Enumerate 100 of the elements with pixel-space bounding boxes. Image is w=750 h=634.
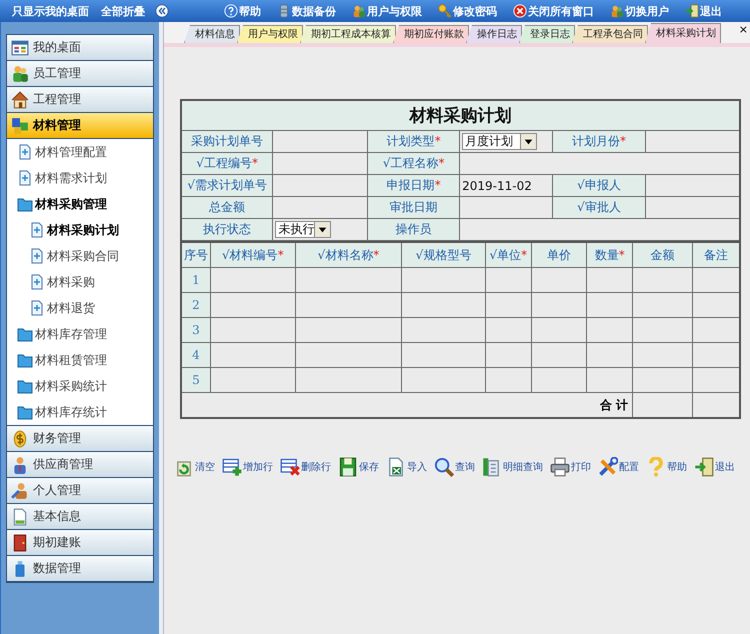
- toolbar-button[interactable]: 清空: [174, 457, 215, 477]
- tree-item[interactable]: 材料租赁管理: [7, 347, 153, 373]
- table-cell[interactable]: [586, 318, 633, 342]
- tab[interactable]: 材料采购计划: [645, 23, 721, 43]
- table-cell[interactable]: [402, 368, 486, 392]
- tab[interactable]: 材料信息: [184, 25, 240, 43]
- field-cell[interactable]: [272, 152, 368, 174]
- table-cell[interactable]: [531, 318, 587, 342]
- tree-item[interactable]: 材料采购合同: [7, 243, 153, 269]
- dropdown[interactable]: 月度计划: [462, 133, 538, 150]
- toolbar-button[interactable]: 修改密码: [438, 4, 497, 18]
- table-cell[interactable]: [531, 268, 587, 292]
- toolbar-button[interactable]: 查询: [434, 457, 475, 477]
- toolbar-link[interactable]: 只显示我的桌面: [12, 4, 89, 18]
- sidebar-section[interactable]: 我的桌面: [7, 35, 153, 61]
- close-button[interactable]: ×: [738, 22, 750, 38]
- table-cell[interactable]: [210, 368, 296, 392]
- toolbar-link[interactable]: 全部折叠: [101, 4, 145, 18]
- table-cell[interactable]: [295, 368, 402, 392]
- table-cell[interactable]: [295, 342, 402, 368]
- field-cell[interactable]: [460, 218, 740, 240]
- field-cell[interactable]: [645, 130, 740, 152]
- tab[interactable]: 期初工程成本核算: [300, 25, 396, 43]
- table-cell[interactable]: [402, 292, 486, 318]
- table-cell[interactable]: [485, 268, 532, 292]
- double-left-arrow-icon[interactable]: [155, 4, 169, 18]
- toolbar-button[interactable]: 切换用户: [610, 4, 669, 18]
- sidebar-section[interactable]: 工程管理: [7, 87, 153, 113]
- field-cell[interactable]: [272, 130, 368, 152]
- tree-item[interactable]: 材料库存统计: [7, 399, 153, 425]
- toolbar-button[interactable]: 帮助: [224, 4, 261, 18]
- toolbar-button[interactable]: 帮助: [646, 457, 687, 477]
- tab[interactable]: 工程承包合同: [572, 25, 648, 43]
- toolbar-button[interactable]: 用户与权限: [352, 4, 422, 18]
- field-cell[interactable]: [460, 152, 740, 174]
- toolbar-button[interactable]: 退出: [685, 4, 722, 18]
- table-cell[interactable]: [485, 368, 532, 392]
- table-cell[interactable]: [295, 292, 402, 318]
- tab[interactable]: 操作日志: [466, 25, 522, 43]
- sidebar-section[interactable]: 数据管理: [7, 556, 153, 582]
- table-cell[interactable]: [402, 342, 486, 368]
- toolbar-button[interactable]: 明细查询: [482, 457, 543, 477]
- tree-item[interactable]: 材料采购计划: [7, 217, 153, 243]
- table-cell[interactable]: [531, 342, 587, 368]
- table-cell[interactable]: [402, 268, 486, 292]
- table-cell[interactable]: [692, 368, 740, 392]
- table-cell[interactable]: [531, 368, 587, 392]
- toolbar-button[interactable]: 配置: [598, 457, 639, 477]
- tree-item[interactable]: 材料退货: [7, 295, 153, 321]
- field-cell[interactable]: [272, 196, 368, 218]
- table-cell[interactable]: [632, 318, 692, 342]
- table-cell[interactable]: [485, 318, 532, 342]
- table-cell[interactable]: [295, 318, 402, 342]
- table-cell[interactable]: [632, 342, 692, 368]
- table-cell[interactable]: [485, 342, 532, 368]
- table-cell[interactable]: [210, 292, 296, 318]
- toolbar-button[interactable]: 删除行: [280, 457, 331, 477]
- sidebar-section[interactable]: 材料管理: [7, 113, 153, 139]
- table-cell[interactable]: [295, 268, 402, 292]
- tree-item[interactable]: 材料管理配置: [7, 139, 153, 165]
- tab[interactable]: 期初应付账款: [393, 25, 469, 43]
- field-cell[interactable]: [272, 174, 368, 196]
- table-cell[interactable]: [586, 292, 633, 318]
- tree-item[interactable]: 材料采购: [7, 269, 153, 295]
- sidebar-section[interactable]: 基本信息: [7, 504, 153, 530]
- tab[interactable]: 登录日志: [519, 25, 575, 43]
- table-cell[interactable]: [632, 268, 692, 292]
- tree-item[interactable]: 材料采购管理: [7, 191, 153, 217]
- table-cell[interactable]: [210, 318, 296, 342]
- table-cell[interactable]: [692, 268, 740, 292]
- table-cell[interactable]: [586, 342, 633, 368]
- field-cell[interactable]: [460, 196, 553, 218]
- field-cell[interactable]: [645, 196, 740, 218]
- table-cell[interactable]: [402, 318, 486, 342]
- sidebar-section[interactable]: 财务管理: [7, 426, 153, 452]
- toolbar-button[interactable]: 打印: [550, 457, 591, 477]
- sidebar-section[interactable]: 供应商管理: [7, 452, 153, 478]
- tree-item[interactable]: 材料需求计划: [7, 165, 153, 191]
- sidebar-section[interactable]: 员工管理: [7, 61, 153, 87]
- table-cell[interactable]: [210, 342, 296, 368]
- tree-item[interactable]: 材料采购统计: [7, 373, 153, 399]
- toolbar-button[interactable]: 数据备份: [277, 4, 336, 18]
- table-cell[interactable]: [692, 342, 740, 368]
- table-cell[interactable]: [632, 292, 692, 318]
- dropdown[interactable]: 未执行: [275, 221, 332, 238]
- table-cell[interactable]: [692, 292, 740, 318]
- toolbar-button[interactable]: 导入: [386, 457, 427, 477]
- toolbar-button[interactable]: 关闭所有窗口: [513, 4, 594, 18]
- table-cell[interactable]: [485, 292, 532, 318]
- tree-item[interactable]: 材料库存管理: [7, 321, 153, 347]
- toolbar-button[interactable]: 增加行: [222, 457, 273, 477]
- toolbar-button[interactable]: 退出: [694, 457, 735, 477]
- tab[interactable]: 用户与权限: [237, 25, 303, 43]
- table-cell[interactable]: [210, 268, 296, 292]
- table-cell[interactable]: [586, 368, 633, 392]
- table-cell[interactable]: [692, 318, 740, 342]
- table-cell[interactable]: [632, 368, 692, 392]
- field-cell[interactable]: [645, 174, 740, 196]
- table-cell[interactable]: [586, 268, 633, 292]
- sidebar-section[interactable]: 期初建账: [7, 530, 153, 556]
